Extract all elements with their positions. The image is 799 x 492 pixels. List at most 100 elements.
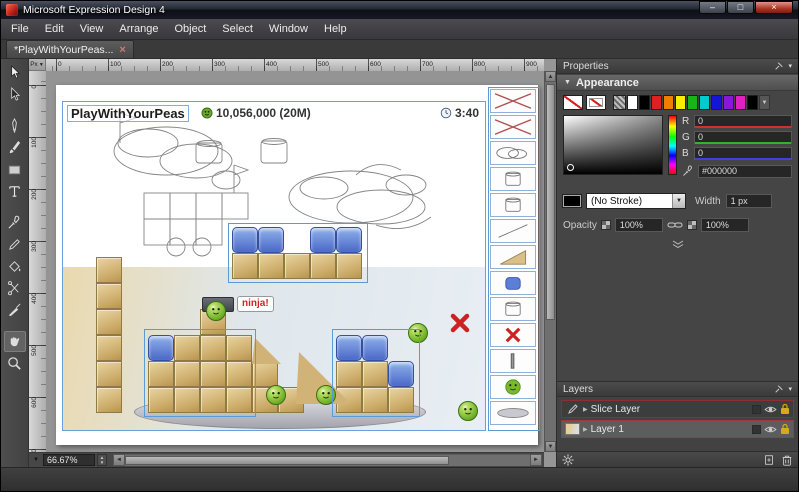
visibility-eye-icon[interactable]	[764, 405, 777, 414]
lock-icon[interactable]	[780, 423, 790, 435]
horizontal-scroll-track[interactable]	[125, 454, 530, 466]
artboard-page[interactable]: PlayWithYourPeas 10,056,000 (20M) 3:40 n…	[56, 85, 538, 445]
zoom-tool-icon[interactable]	[4, 353, 26, 374]
menu-item-window[interactable]: Window	[261, 20, 316, 38]
new-layer-icon[interactable]	[763, 454, 775, 466]
dropdown-arrow-icon[interactable]: ▼	[672, 194, 685, 208]
slice-thumb-jar[interactable]	[490, 193, 536, 217]
eyedropper-tool-icon[interactable]	[4, 212, 26, 233]
document-tab[interactable]: *PlayWithYourPeas... ×	[6, 40, 134, 58]
ruler-unit-selector[interactable]: Px▼	[29, 59, 46, 71]
menu-item-select[interactable]: Select	[214, 20, 261, 38]
visibility-eye-icon[interactable]	[764, 425, 777, 434]
rectangle-tool-icon[interactable]	[4, 159, 26, 180]
delete-layer-trash-icon[interactable]	[781, 454, 793, 466]
menu-item-object[interactable]: Object	[167, 20, 215, 38]
knife-tool-icon[interactable]	[4, 300, 26, 321]
color-swatch[interactable]	[663, 95, 674, 110]
no-fill-swatch[interactable]	[563, 95, 583, 110]
expand-arrow-icon[interactable]: ▶	[583, 406, 588, 413]
direct-selection-tool-icon[interactable]	[4, 84, 26, 105]
color-swatch[interactable]	[651, 95, 662, 110]
scissors-tool-icon[interactable]	[4, 278, 26, 299]
zoom-dropdown-icon[interactable]: ▼	[31, 457, 41, 463]
slice-thumb-jar[interactable]	[490, 167, 536, 191]
vertical-scrollbar[interactable]: ▲ ▼	[544, 71, 556, 452]
color-swatch[interactable]	[747, 95, 758, 110]
layer-name[interactable]: Layer 1	[591, 424, 624, 435]
fill-opacity-field[interactable]: 100%	[615, 218, 663, 232]
rgb-value-field[interactable]: 0	[694, 131, 792, 144]
lock-icon[interactable]	[780, 403, 790, 415]
slice-thumb-stick[interactable]	[490, 349, 536, 373]
scroll-up-icon[interactable]: ▲	[545, 71, 556, 82]
palette-more-icon[interactable]: ▼	[759, 95, 770, 110]
color-swatch[interactable]	[627, 95, 638, 110]
rgb-value-field[interactable]: 0	[694, 147, 792, 160]
menu-item-file[interactable]: File	[3, 20, 37, 38]
layer-name[interactable]: Slice Layer	[591, 404, 640, 415]
layer-row[interactable]: ▶Slice Layer	[561, 400, 794, 418]
slice-thumb-gel[interactable]	[490, 271, 536, 295]
pattern-swatch[interactable]	[613, 95, 626, 110]
paintbrush-tool-icon[interactable]	[4, 137, 26, 158]
pan-tool-icon[interactable]	[4, 331, 26, 352]
rgb-value-field[interactable]: 0	[694, 115, 792, 128]
appearance-section-header[interactable]: ▼ Appearance	[557, 75, 798, 91]
layer-row[interactable]: ▶Layer 1	[561, 420, 794, 438]
paint-bucket-tool-icon[interactable]	[4, 256, 26, 277]
slice-thumb-pea[interactable]	[490, 375, 536, 399]
slice-thumb-x[interactable]	[490, 115, 536, 139]
hue-slider[interactable]	[668, 115, 677, 175]
scroll-down-icon[interactable]: ▼	[545, 441, 556, 452]
color-swatch[interactable]	[699, 95, 710, 110]
color-swatch[interactable]	[735, 95, 746, 110]
close-button[interactable]: ×	[755, 1, 793, 14]
pencil-tool-icon[interactable]	[4, 234, 26, 255]
menu-item-edit[interactable]: Edit	[37, 20, 72, 38]
color-swatch[interactable]	[639, 95, 650, 110]
menu-item-view[interactable]: View	[72, 20, 112, 38]
stroke-color-swatch[interactable]	[563, 195, 581, 207]
stroke-width-field[interactable]: 1 px	[726, 194, 772, 208]
panel-expander[interactable]	[557, 240, 798, 248]
layer-render-toggle[interactable]	[752, 405, 761, 414]
no-stroke-swatch[interactable]	[586, 95, 606, 110]
link-chain-icon[interactable]	[667, 220, 683, 230]
canvas-viewport[interactable]: PlayWithYourPeas 10,056,000 (20M) 3:40 n…	[46, 71, 544, 452]
menu-item-arrange[interactable]: Arrange	[111, 20, 166, 38]
menu-item-help[interactable]: Help	[316, 20, 355, 38]
slice-thumb-redx[interactable]	[490, 323, 536, 347]
vertical-scroll-thumb[interactable]	[546, 84, 555, 320]
slice-thumb-circles[interactable]	[490, 141, 536, 165]
hex-value-field[interactable]: #000000	[698, 165, 792, 178]
expand-arrow-icon[interactable]: ▶	[583, 426, 588, 433]
color-swatch[interactable]	[723, 95, 734, 110]
slice-thumb-line[interactable]	[490, 219, 536, 243]
zoom-spinner[interactable]: ▲▼	[97, 454, 107, 466]
slice-thumb-jar[interactable]	[490, 297, 536, 321]
slice-thumb-plate[interactable]	[490, 401, 536, 425]
minimize-button[interactable]: –	[699, 1, 726, 14]
scroll-left-icon[interactable]: ◄	[113, 454, 125, 466]
slice-thumb-x[interactable]	[490, 89, 536, 113]
slice-thumb-ramp[interactable]	[490, 245, 536, 269]
horizontal-scrollbar[interactable]: ◄ ►	[113, 454, 542, 466]
game-selection-area[interactable]: PlayWithYourPeas 10,056,000 (20M) 3:40	[62, 101, 486, 431]
panel-menu-icon[interactable]: ▾	[788, 62, 792, 70]
tab-close-icon[interactable]: ×	[119, 44, 125, 56]
color-swatch[interactable]	[675, 95, 686, 110]
stroke-opacity-field[interactable]: 100%	[701, 218, 749, 232]
stroke-type-select[interactable]: (No Stroke) ▼	[586, 193, 686, 209]
delete-x-icon[interactable]	[449, 312, 471, 334]
selection-tool-icon[interactable]	[4, 62, 26, 83]
layer-render-toggle[interactable]	[752, 425, 761, 434]
pen-tool-icon[interactable]	[4, 115, 26, 136]
horizontal-scroll-thumb[interactable]	[125, 456, 449, 465]
scroll-right-icon[interactable]: ►	[530, 454, 542, 466]
zoom-level-field[interactable]: 66.67%	[43, 454, 95, 466]
color-swatch[interactable]	[711, 95, 722, 110]
pin-icon[interactable]	[774, 384, 784, 394]
pin-icon[interactable]	[774, 61, 784, 71]
text-tool-icon[interactable]	[4, 181, 26, 202]
